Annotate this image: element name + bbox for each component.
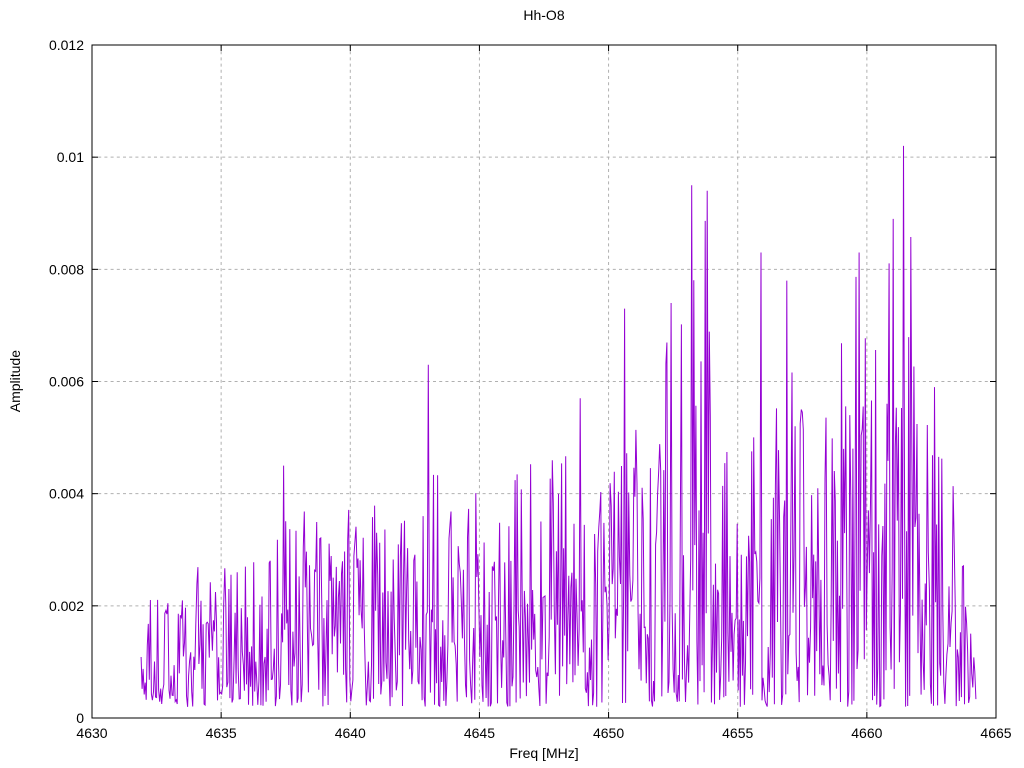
x-tick-label: 4645 (464, 725, 495, 741)
y-tick-label: 0.01 (57, 149, 84, 165)
spectrum-chart: Hh-O8 Amplitude 4630 4635 4640 4645 4650 4655… (0, 0, 1024, 768)
y-tick-labels: 0 0.002 0.004 0.006 0.008 0.01 0.012 (49, 37, 84, 726)
y-tick-label: 0.004 (49, 486, 84, 502)
plot-border (91, 44, 997, 719)
spectrum-line (140, 145, 977, 708)
x-tick-labels: 4630 4635 4640 4645 4650 4655 4660 4665 (76, 725, 1011, 741)
x-axis-title: Freq [MHz] (509, 745, 579, 761)
x-tick-label: 4660 (851, 725, 882, 741)
y-tick-label: 0.008 (49, 261, 84, 277)
y-tick-label: 0.006 (49, 374, 84, 390)
grid-lines (92, 45, 996, 718)
x-tick-label: 4665 (980, 725, 1011, 741)
x-tick-label: 4640 (335, 725, 366, 741)
y-tick-label: 0.002 (49, 598, 84, 614)
x-tick-label: 4630 (76, 725, 107, 741)
y-tick-label: 0.012 (49, 37, 84, 53)
plot-canvas: 4630 4635 4640 4645 4650 4655 4660 4665 0 0.002 0.… (49, 37, 1012, 741)
x-tick-label: 4655 (722, 725, 753, 741)
tick-marks (91, 44, 997, 719)
y-tick-label: 0 (76, 710, 84, 726)
x-tick-label: 4635 (206, 725, 237, 741)
x-tick-label: 4650 (593, 725, 624, 741)
